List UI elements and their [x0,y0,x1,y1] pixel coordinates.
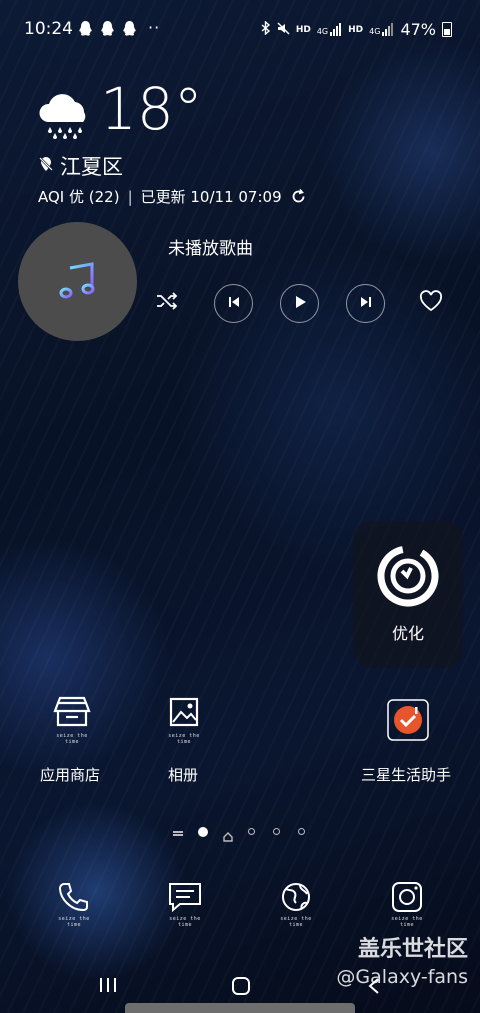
page-indicator-dot[interactable] [273,828,280,835]
weather-details[interactable]: AQI 优 (22) | 已更新 10/11 07:09 [38,186,307,207]
app-label-gallery[interactable]: 相册 [168,764,198,785]
back-button[interactable] [366,977,382,999]
recents-icon [98,978,118,998]
page-indicator-dot[interactable] [248,828,255,835]
page-indicator-list-icon-line [173,834,183,836]
aqi-text: AQI 优 (22) [38,188,120,206]
icon-caption: seize the time [58,916,90,928]
optimize-label: 优化 [391,624,424,643]
updated-time: 已更新 10/11 07:09 [140,188,282,206]
page-indicator-dot[interactable] [298,828,305,835]
icon-caption: seize the time [280,916,312,928]
app-store-icon[interactable]: seize the time [50,695,94,745]
optimize-icon [375,543,441,613]
icon-caption: seize the time [168,733,200,745]
play-icon [293,294,307,313]
samsung-life-icon[interactable] [387,699,429,741]
album-art[interactable] [18,222,137,341]
song-title: 未播放歌曲 [168,239,253,259]
location-off-icon [38,156,54,172]
gallery-icon[interactable]: seize the time [162,695,206,745]
messages-icon[interactable]: seize the time [163,880,207,928]
rain-cloud-icon[interactable] [36,94,94,140]
signal-icon: 4G [369,23,394,36]
heart-icon [419,290,443,316]
qq-notification-icon [78,20,93,41]
back-icon [366,978,382,999]
skip-previous-icon [227,294,241,313]
next-button[interactable] [346,284,385,323]
gesture-handle[interactable] [125,1003,355,1013]
recents-button[interactable] [98,976,118,998]
icon-caption: seize the time [391,916,423,928]
skip-next-icon [359,294,373,313]
watermark-title: 盖乐世社区 [357,937,468,962]
bluetooth-icon [261,20,271,38]
phone-icon[interactable]: seize the time [52,880,96,928]
network-type-label: 4G [369,27,381,36]
shuffle-icon [155,291,179,315]
temperature[interactable]: 18° [100,80,203,138]
status-right-group: HD 4G HD 4G 47% [261,20,452,39]
icon-caption: seize the time [56,733,88,745]
battery-percent: 47% [400,20,436,39]
watermark-handle: @Galaxy-fans [336,966,468,988]
page-indicator-home-icon[interactable] [223,827,233,846]
status-time: 10:24 [24,19,73,39]
page-indicator-list-icon[interactable] [173,831,183,833]
music-note-icon [56,258,100,306]
more-notifications-indicator: ·· [148,18,161,37]
network-type-label: 4G [316,27,329,36]
qq-notification-icon [100,20,115,41]
location-name[interactable]: 江夏区 [60,151,123,181]
favorite-button[interactable] [411,283,451,323]
hd-label: HD [295,24,311,35]
home-icon [230,977,252,1001]
shuffle-button[interactable] [147,283,187,323]
qq-notification-icon [122,20,137,41]
camera-icon[interactable]: seize the time [385,880,429,928]
mute-icon [277,22,290,38]
icon-caption: seize the time [169,916,201,928]
status-bar: 10:24 ·· HD 4G HD 4G 47% [0,0,480,58]
optimize-widget[interactable]: 优化 [353,521,463,668]
app-label-samsung-life[interactable]: 三星生活助手 [361,764,451,785]
separator: | [127,187,133,206]
signal-icon: 4G [317,23,342,36]
refresh-icon[interactable] [290,188,307,205]
home-button[interactable] [230,975,252,1001]
battery-icon [442,22,452,37]
page-indicator-current[interactable] [198,827,208,837]
hd-label: HD [348,24,364,35]
play-button[interactable] [280,284,319,323]
previous-button[interactable] [214,284,253,323]
app-label-app-store[interactable]: 应用商店 [40,764,100,785]
internet-icon[interactable]: seize the time [274,880,318,928]
